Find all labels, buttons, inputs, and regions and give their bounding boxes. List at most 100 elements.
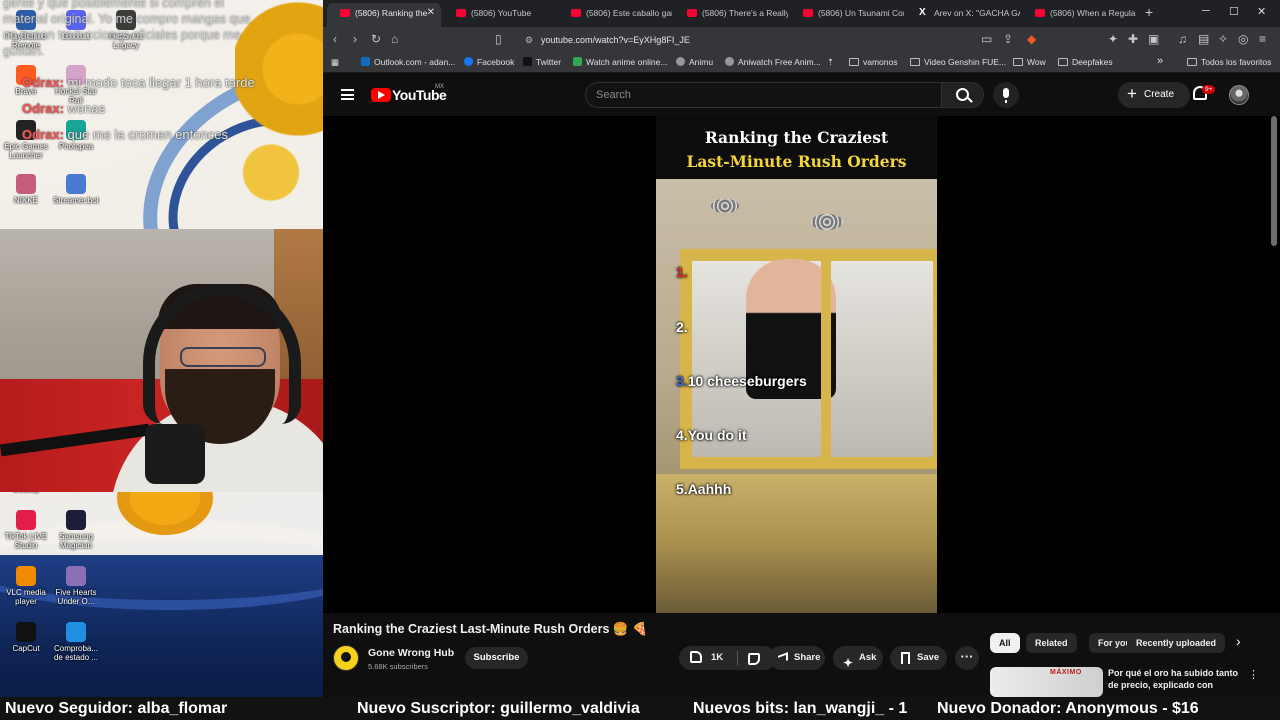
bookmark-icon[interactable]: ▯ bbox=[495, 32, 502, 46]
recommended-title[interactable]: Por qué el oro ha subido tanto de precio… bbox=[1108, 667, 1243, 691]
all-bookmarks-folder[interactable]: Todos los favoritos bbox=[1187, 57, 1271, 67]
bookmark-folder-deepfakes[interactable]: Deepfakes bbox=[1058, 57, 1113, 67]
account-avatar[interactable] bbox=[1229, 85, 1249, 105]
bookmark-outlook[interactable]: Outlook.com - adan... bbox=[361, 57, 455, 67]
hamburger-menu-icon[interactable] bbox=[341, 89, 354, 100]
ai-icon[interactable]: ✧ bbox=[1218, 32, 1228, 46]
video-player[interactable]: Ranking the Craziest Last-Minute Rush Or… bbox=[323, 116, 1280, 613]
tab-arev[interactable]: X Arev on X: "GACHA GA bbox=[906, 3, 1020, 27]
tab-youtube[interactable]: (5806) YouTube bbox=[443, 3, 557, 27]
address-bar[interactable]: ⚙ youtube.com/watch?v=EyXHg8FI_JE bbox=[519, 31, 1019, 49]
menu-icon[interactable]: ≡ bbox=[1259, 32, 1266, 46]
chip-related[interactable]: Related bbox=[1026, 633, 1077, 653]
youtube-logo-icon[interactable] bbox=[371, 88, 391, 102]
tab-regular[interactable]: (5806) When a Regular bbox=[1022, 3, 1136, 27]
rank-number: 4. bbox=[676, 427, 688, 443]
bookmark-aniwatch[interactable]: Aniwatch Free Anim... bbox=[725, 57, 821, 67]
tab-tsunami[interactable]: (5806) Un Tsunami Con bbox=[790, 3, 904, 27]
recommended-thumbnail[interactable]: MÁXIMO bbox=[990, 667, 1103, 697]
more-actions-button[interactable]: ··· bbox=[955, 646, 979, 670]
bookmark-label: Watch anime online... bbox=[586, 57, 668, 67]
rank-number: 2. bbox=[676, 319, 688, 335]
bookmark-twitter[interactable]: Twitter bbox=[523, 57, 561, 67]
media-icon[interactable]: ♫ bbox=[1178, 32, 1187, 46]
browser-window: (5806) Ranking the ✕ (5806) YouTube (580… bbox=[323, 0, 1280, 697]
desktop-icon-nikke[interactable]: NIKKE bbox=[0, 174, 52, 205]
vpn-icon[interactable]: ◎ bbox=[1238, 32, 1248, 46]
rank-text: You do it bbox=[687, 427, 747, 443]
tab-label: (5806) There's a Really bbox=[702, 8, 788, 18]
desktop-icon-vlc[interactable]: VLC media player bbox=[0, 566, 52, 606]
brave-shield-icon[interactable]: ◆ bbox=[1027, 32, 1036, 46]
tab-caballo[interactable]: (5806) Este caballo gan bbox=[558, 3, 672, 27]
bookmark-folder-wow[interactable]: Wow bbox=[1013, 57, 1046, 67]
desktop-icon-fivehearts[interactable]: Five Hearts Under O... bbox=[50, 566, 102, 606]
youtube-favicon-icon bbox=[340, 9, 350, 17]
bookmark-folder-vamonos[interactable]: vamonos bbox=[849, 57, 898, 67]
share-button[interactable]: Share bbox=[769, 646, 825, 670]
voice-search-icon[interactable] bbox=[993, 82, 1019, 108]
new-tab-icon[interactable]: + bbox=[1145, 4, 1153, 20]
reload-icon[interactable]: ↻ bbox=[371, 32, 381, 46]
chat-username: Odrax: bbox=[22, 75, 64, 90]
desktop-icon-label: Samsung Magician bbox=[59, 532, 93, 550]
tab-label: (5806) Un Tsunami Con bbox=[818, 8, 904, 18]
site-info-icon[interactable]: ⚙ bbox=[525, 31, 533, 49]
share-page-icon[interactable]: ⇪ bbox=[1003, 32, 1013, 46]
youtube-favicon-icon bbox=[571, 9, 581, 17]
leo-icon[interactable]: ✦ bbox=[1108, 32, 1118, 46]
back-icon[interactable]: ‹ bbox=[333, 32, 337, 46]
close-window-icon[interactable]: ✕ bbox=[1257, 5, 1266, 18]
bookmark-facebook[interactable]: Facebook bbox=[464, 57, 514, 67]
desktop-icon-label: Streamer.bot bbox=[53, 196, 99, 205]
desktop-icon-label: NIKKE bbox=[13, 196, 38, 205]
desktop-icon-tiktok[interactable]: TikTok LIVE Studio bbox=[0, 510, 52, 550]
desktop-icon-streamerbot[interactable]: Streamer.bot bbox=[50, 174, 102, 205]
video-title: Ranking the Craziest Last-Minute Rush Or… bbox=[333, 622, 648, 636]
forward-icon[interactable]: › bbox=[353, 32, 357, 46]
bookmark-folder-genshin[interactable]: Video Genshin FUE... bbox=[910, 57, 1006, 67]
apps-grid-icon[interactable]: ▦ bbox=[331, 57, 339, 68]
chip-all[interactable]: All bbox=[990, 633, 1020, 653]
search-input[interactable]: Search bbox=[585, 82, 942, 108]
rank-item-4: 4.You do it bbox=[676, 427, 747, 443]
tab-ranking[interactable]: (5806) Ranking the ✕ bbox=[327, 3, 441, 27]
search-icon[interactable] bbox=[941, 82, 984, 108]
extensions-icon[interactable]: ✚ bbox=[1128, 32, 1138, 46]
bookmark-pin-icon[interactable]: ⇡ bbox=[827, 57, 834, 68]
subscribe-button[interactable]: Subscribe bbox=[465, 647, 528, 669]
channel-name[interactable]: Gone Wrong Hub bbox=[368, 647, 454, 659]
thumbs-down-icon[interactable] bbox=[748, 653, 760, 665]
chevron-right-icon[interactable]: › bbox=[1236, 633, 1241, 649]
divider bbox=[737, 651, 738, 665]
maximize-icon[interactable]: ☐ bbox=[1229, 5, 1239, 18]
ask-button[interactable]: ✦ Ask bbox=[833, 646, 883, 670]
save-button[interactable]: Save bbox=[890, 646, 947, 670]
share-label: Share bbox=[794, 652, 821, 663]
tab-really[interactable]: (5806) There's a Really bbox=[674, 3, 788, 27]
chip-recently-uploaded[interactable]: Recently uploaded bbox=[1127, 633, 1226, 653]
more-bookmarks-icon[interactable]: » bbox=[1157, 55, 1163, 67]
region-code: MX bbox=[435, 84, 444, 90]
desktop-icon-comprobacion[interactable]: Comproba... de estado ... bbox=[50, 622, 102, 662]
bookmark-animu[interactable]: Animu bbox=[676, 57, 713, 67]
wallet-icon[interactable]: ▣ bbox=[1148, 32, 1159, 46]
desktop-icon-samsung[interactable]: Samsung Magician bbox=[50, 510, 102, 550]
more-vert-icon[interactable]: ⋮ bbox=[1248, 668, 1259, 681]
cast-icon[interactable]: ▭ bbox=[981, 32, 992, 46]
share-icon bbox=[778, 652, 788, 664]
url-text: youtube.com/watch?v=EyXHg8FI_JE bbox=[541, 35, 690, 45]
create-button[interactable]: Create bbox=[1118, 81, 1190, 108]
like-count: 1K bbox=[711, 652, 724, 663]
ticker-item: Nuevo Seguidor: alba_flomar bbox=[5, 700, 228, 717]
sidebar-icon[interactable]: ▤ bbox=[1198, 32, 1209, 46]
close-tab-icon[interactable]: ✕ bbox=[427, 3, 435, 23]
desktop-icon-capcut[interactable]: CapCut bbox=[0, 622, 52, 653]
home-icon[interactable]: ⌂ bbox=[391, 32, 398, 46]
bookmark-watch-anime[interactable]: Watch anime online... bbox=[573, 57, 667, 67]
minimize-icon[interactable]: ─ bbox=[1202, 5, 1210, 17]
facebook-icon bbox=[464, 57, 473, 66]
page-scrollbar[interactable] bbox=[1271, 116, 1277, 246]
like-button[interactable]: 1K bbox=[679, 646, 737, 670]
channel-avatar[interactable] bbox=[333, 645, 359, 671]
